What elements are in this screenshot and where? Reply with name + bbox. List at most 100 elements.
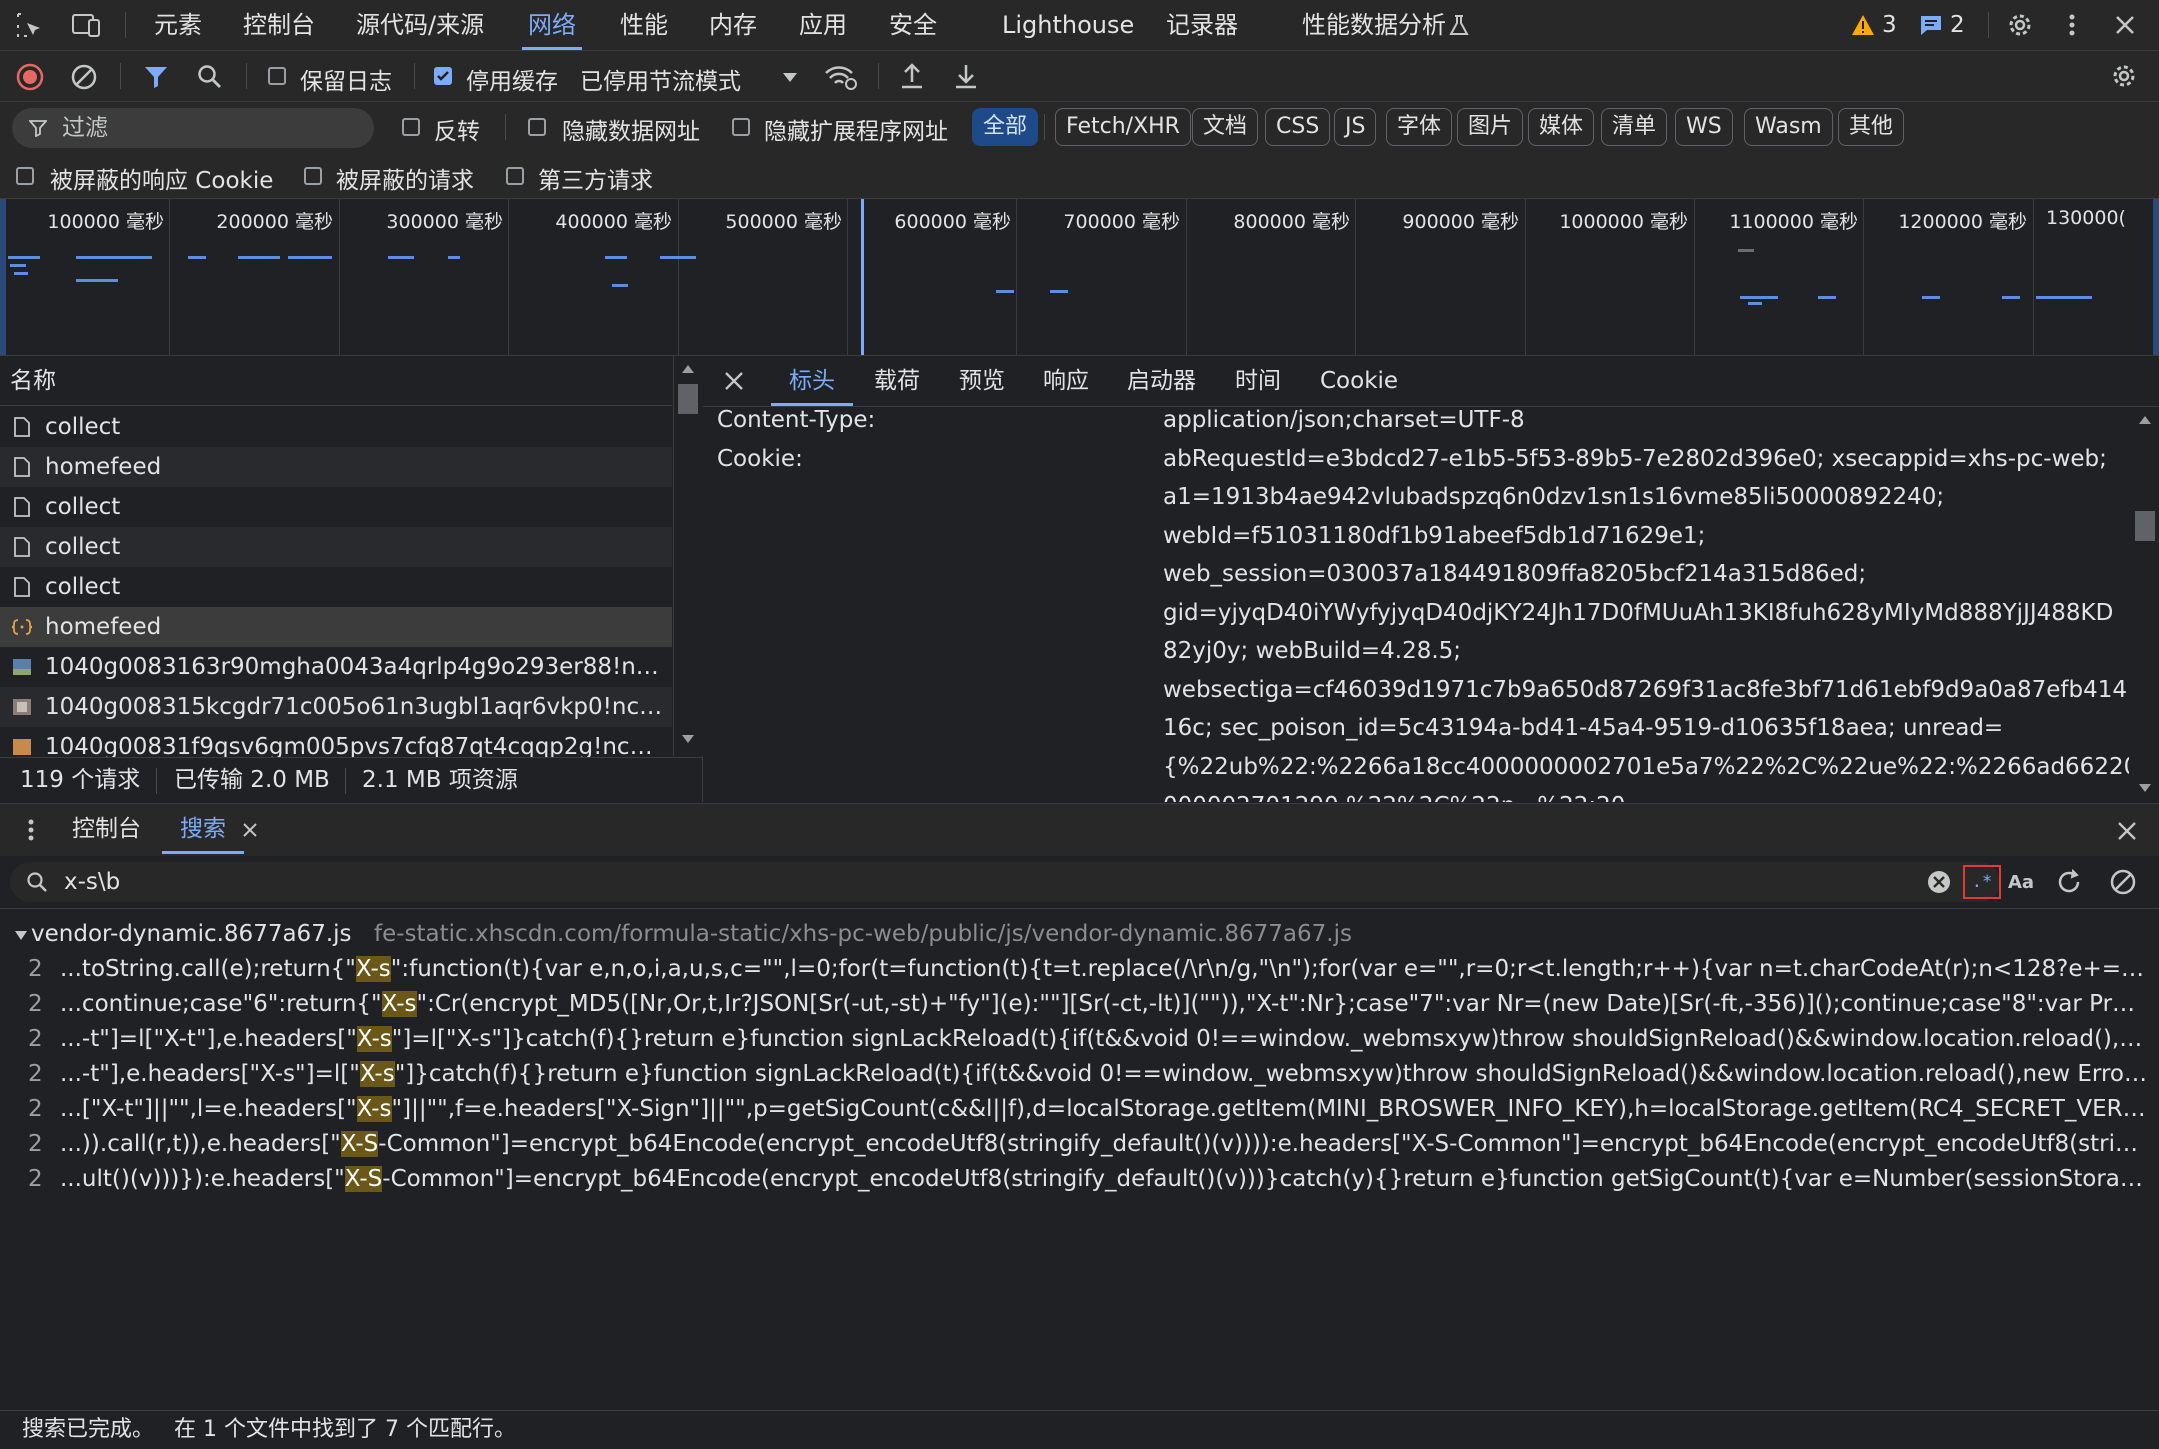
- messages-count[interactable]: 2: [1950, 0, 1965, 50]
- regex-toggle-button[interactable]: .*: [1963, 865, 2001, 899]
- drawer-tab-console[interactable]: 控制台: [72, 804, 141, 854]
- scroll-thumb[interactable]: [678, 384, 698, 414]
- request-list-scrollbar[interactable]: [673, 356, 703, 756]
- tab-memory[interactable]: 内存: [709, 0, 757, 50]
- request-name: homefeed: [45, 454, 162, 480]
- search-input[interactable]: x-s\b: [10, 862, 2000, 902]
- tab-payload[interactable]: 载荷: [874, 356, 920, 406]
- tab-network[interactable]: 网络: [522, 0, 582, 50]
- clear-search-icon[interactable]: [1927, 870, 1951, 894]
- type-filter-all[interactable]: 全部: [972, 108, 1039, 146]
- drawer-tab-search[interactable]: 搜索: [162, 804, 244, 854]
- result-match-line[interactable]: 2 ...["X-t"]||"",l=e.headers["X-s"]||"",…: [0, 1092, 2159, 1127]
- blocked-cookies-checkbox[interactable]: [16, 167, 34, 185]
- tab-security[interactable]: 安全: [889, 0, 937, 50]
- tab-sources[interactable]: 源代码/来源: [356, 0, 484, 50]
- type-filter-img[interactable]: 图片: [1457, 108, 1524, 146]
- result-match-line[interactable]: 2 ...toString.call(e);return{"X-s":funct…: [0, 952, 2159, 987]
- close-details-icon[interactable]: [723, 370, 745, 392]
- filter-funnel-icon[interactable]: [142, 63, 170, 91]
- request-row[interactable]: homefeed: [0, 447, 672, 487]
- request-row[interactable]: 1040g00831f9qsv6gm005pvs7cfq87qt4cqqp2g!…: [0, 727, 672, 757]
- tab-console[interactable]: 控制台: [243, 0, 315, 50]
- result-match-line[interactable]: 2 ...)).call(r,t)),e.headers["X-S-Common…: [0, 1127, 2159, 1162]
- clear-results-icon[interactable]: [2108, 867, 2138, 897]
- expand-triangle-icon[interactable]: [14, 929, 28, 941]
- tab-lighthouse[interactable]: Lighthouse: [1002, 0, 1134, 50]
- result-match-line[interactable]: 2 ...-t"]=l["X-t"],e.headers["X-s"]=l["X…: [0, 1022, 2159, 1057]
- tab-performance[interactable]: 性能: [620, 0, 668, 50]
- refresh-search-icon[interactable]: [2054, 867, 2084, 897]
- export-har-icon[interactable]: [952, 61, 980, 91]
- network-overview-timeline[interactable]: 100000 毫秒 200000 毫秒 300000 毫秒 400000 毫秒 …: [0, 199, 2159, 356]
- hide-data-urls-checkbox[interactable]: [528, 118, 546, 136]
- network-settings-gear-icon[interactable]: [2108, 61, 2140, 91]
- request-row[interactable]: 1040g008315kcgdr71c005o61n3ugbl1aqr6vkp0…: [0, 687, 672, 727]
- settings-gear-icon[interactable]: [2004, 10, 2036, 40]
- filter-input[interactable]: 过滤: [12, 108, 374, 148]
- result-match-line[interactable]: 2 ...ult()(v)))}):e.headers["X-S-Common"…: [0, 1162, 2159, 1197]
- device-toolbar-icon[interactable]: [70, 10, 104, 40]
- close-devtools-icon[interactable]: [2110, 10, 2140, 40]
- request-row[interactable]: collect: [0, 527, 672, 567]
- overview-handle-left[interactable]: [0, 199, 6, 355]
- line-number: 2: [28, 1061, 43, 1087]
- chevron-down-icon[interactable]: [780, 69, 800, 85]
- close-search-tab-icon[interactable]: [240, 820, 260, 840]
- close-drawer-icon[interactable]: [2114, 818, 2140, 844]
- tab-response[interactable]: 响应: [1043, 356, 1089, 406]
- warnings-count[interactable]: 3: [1882, 0, 1897, 50]
- type-filter-ws[interactable]: WS: [1675, 108, 1733, 146]
- request-row[interactable]: collect: [0, 567, 672, 607]
- type-filter-fetch-xhr[interactable]: Fetch/XHR: [1055, 108, 1191, 146]
- throttling-select[interactable]: 已停用节流模式: [580, 62, 741, 96]
- match-case-button[interactable]: Aa: [2004, 865, 2038, 899]
- network-conditions-icon[interactable]: [824, 61, 858, 93]
- preserve-log-checkbox[interactable]: [268, 67, 286, 85]
- warning-icon[interactable]: [1850, 13, 1876, 37]
- hide-extension-urls-checkbox[interactable]: [732, 118, 750, 136]
- import-har-icon[interactable]: [898, 61, 926, 91]
- type-filter-doc[interactable]: 文档: [1192, 108, 1259, 146]
- inspect-element-icon[interactable]: [14, 10, 44, 40]
- search-summary-text: 在 1 个文件中找到了 7 个匹配行。: [174, 1417, 516, 1442]
- type-filter-other[interactable]: 其他: [1838, 108, 1905, 146]
- type-filter-media[interactable]: 媒体: [1528, 108, 1595, 146]
- tab-recorder[interactable]: 记录器: [1166, 0, 1238, 50]
- tab-elements[interactable]: 元素: [154, 0, 202, 50]
- tab-initiator[interactable]: 启动器: [1127, 356, 1196, 406]
- result-file-row[interactable]: vendor-dynamic.8677a67.js fe-static.xhsc…: [0, 917, 2159, 952]
- invert-checkbox[interactable]: [402, 118, 420, 136]
- clear-icon[interactable]: [70, 63, 98, 91]
- tab-headers[interactable]: 标头: [771, 356, 853, 406]
- third-party-checkbox[interactable]: [506, 167, 524, 185]
- type-filter-font[interactable]: 字体: [1386, 108, 1453, 146]
- tab-performance-insights[interactable]: 性能数据分析: [1302, 0, 1446, 50]
- type-filter-wasm[interactable]: Wasm: [1744, 108, 1833, 146]
- tab-application[interactable]: 应用: [799, 0, 847, 50]
- scroll-thumb[interactable]: [2135, 511, 2155, 541]
- request-row[interactable]: collect: [0, 487, 672, 527]
- type-filter-manifest[interactable]: 清单: [1601, 108, 1668, 146]
- record-stop-icon[interactable]: [16, 63, 44, 91]
- tab-timing[interactable]: 时间: [1235, 356, 1281, 406]
- more-options-icon[interactable]: [2060, 10, 2084, 40]
- drawer-menu-icon[interactable]: [24, 816, 38, 844]
- name-column-header[interactable]: 名称: [0, 356, 672, 406]
- result-file-name[interactable]: vendor-dynamic.8677a67.js: [31, 917, 352, 952]
- result-match-line[interactable]: 2 ...continue;case"6":return{"X-s":Cr(en…: [0, 987, 2159, 1022]
- message-icon[interactable]: [1918, 13, 1944, 37]
- disable-cache-checkbox[interactable]: [434, 67, 452, 85]
- search-query[interactable]: x-s\b: [64, 862, 120, 902]
- request-row[interactable]: 1040g0083163r90mgha0043a4qrlp4g9o293er88…: [0, 647, 672, 687]
- blocked-requests-checkbox[interactable]: [304, 167, 322, 185]
- tab-preview[interactable]: 预览: [959, 356, 1005, 406]
- request-row-selected[interactable]: homefeed: [0, 607, 672, 647]
- tab-cookies[interactable]: Cookie: [1320, 356, 1398, 406]
- search-icon[interactable]: [196, 63, 224, 91]
- result-match-line[interactable]: 2 ...-t"],e.headers["X-s"]=l["X-s"]}catc…: [0, 1057, 2159, 1092]
- type-filter-css[interactable]: CSS: [1265, 108, 1331, 146]
- details-scrollbar[interactable]: [2131, 407, 2159, 802]
- type-filter-js[interactable]: JS: [1334, 108, 1377, 146]
- request-row[interactable]: collect: [0, 407, 672, 447]
